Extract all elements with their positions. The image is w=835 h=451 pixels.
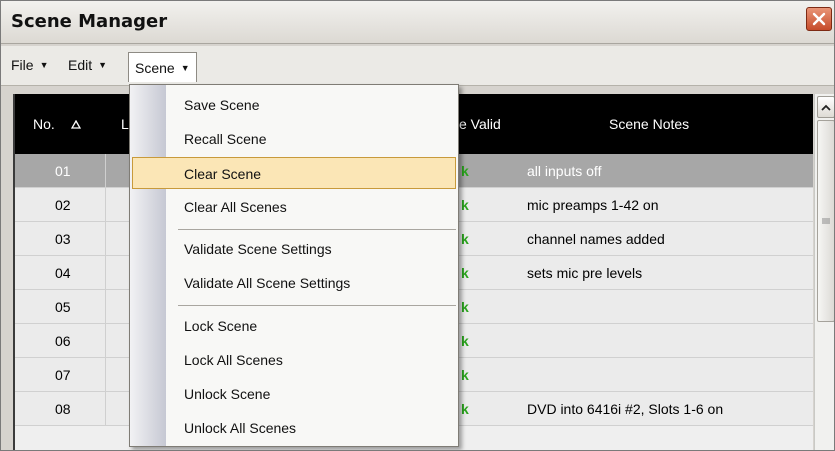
column-header-scene-notes-label: Scene Notes <box>609 116 690 132</box>
menu-item-clear-all-scenes[interactable]: Clear All Scenes <box>130 191 458 223</box>
menu-item-save-scene[interactable]: Save Scene <box>130 89 458 121</box>
cell-valid: k <box>461 367 469 383</box>
cell-notes: all inputs off <box>527 163 602 179</box>
menu-edit-label: Edit <box>68 57 93 73</box>
menu-item-label: Clear All Scenes <box>184 199 287 215</box>
menu-file-label: File <box>11 57 34 73</box>
cell-no: 01 <box>55 163 71 179</box>
column-header-no-label: No. <box>33 116 55 132</box>
cell-no: 03 <box>55 231 71 247</box>
menu-file[interactable]: File ▼ <box>5 52 54 78</box>
cell-valid: k <box>461 299 469 315</box>
menu-item-label: Save Scene <box>184 97 260 113</box>
scroll-grip-icon <box>822 218 830 224</box>
menu-scene[interactable]: Scene ▼ <box>128 52 197 82</box>
column-header-l-label: L <box>121 116 129 132</box>
menu-item-unlock-scene[interactable]: Unlock Scene <box>130 378 458 410</box>
menu-item-label: Unlock Scene <box>184 386 271 402</box>
cell-notes: DVD into 6416i #2, Slots 1-6 on <box>527 401 724 417</box>
vertical-scrollbar[interactable] <box>814 94 834 450</box>
cell-valid: k <box>461 401 469 417</box>
cell-no: 04 <box>55 265 71 281</box>
cell-notes: channel names added <box>527 231 665 247</box>
column-header-no[interactable]: No. <box>33 94 81 154</box>
menu-item-label: Recall Scene <box>184 131 267 147</box>
column-header-l[interactable]: L <box>121 94 129 154</box>
scroll-up-button[interactable] <box>817 96 834 118</box>
menu-scene-label: Scene <box>135 59 175 76</box>
menu-separator <box>178 305 456 306</box>
menu-separator <box>178 229 456 230</box>
menu-item-validate-all-scene-settings[interactable]: Validate All Scene Settings <box>130 267 458 299</box>
cell-valid: k <box>461 333 469 349</box>
cell-no: 08 <box>55 401 71 417</box>
close-button[interactable] <box>806 7 832 31</box>
chevron-down-icon: ▼ <box>180 62 190 73</box>
cell-no: 05 <box>55 299 71 315</box>
menu-item-clear-scene[interactable]: Clear Scene <box>132 157 456 189</box>
cell-no: 07 <box>55 367 71 383</box>
sort-ascending-icon <box>70 119 81 129</box>
cell-no: 02 <box>55 197 71 213</box>
cell-no: 06 <box>55 333 71 349</box>
cell-valid: k <box>461 163 469 179</box>
menu-item-label: Lock Scene <box>184 318 258 334</box>
menu-item-recall-scene[interactable]: Recall Scene <box>130 123 458 155</box>
menu-item-label: Clear Scene <box>184 166 262 182</box>
scroll-thumb[interactable] <box>817 120 834 322</box>
menu-item-label: Lock All Scenes <box>184 352 283 368</box>
menu-bar: File ▼ Edit ▼ Scene ▼ <box>1 46 834 86</box>
chevron-down-icon: ▼ <box>39 60 49 70</box>
menu-item-label: Validate All Scene Settings <box>184 275 351 291</box>
cell-valid: k <box>461 265 469 281</box>
menu-item-lock-all-scenes[interactable]: Lock All Scenes <box>130 344 458 376</box>
menu-item-lock-scene[interactable]: Lock Scene <box>130 310 458 342</box>
column-header-scene-notes[interactable]: Scene Notes <box>609 94 689 154</box>
chevron-down-icon: ▼ <box>98 60 108 70</box>
scroll-up-icon <box>821 104 831 111</box>
cell-notes: sets mic pre levels <box>527 265 643 281</box>
title-bar: Scene Manager <box>1 1 834 44</box>
column-header-scene-valid[interactable]: e Valid <box>459 94 501 154</box>
cell-notes: mic preamps 1-42 on <box>527 197 659 213</box>
window-title: Scene Manager <box>11 11 168 32</box>
scene-dropdown-menu: Save Scene Recall Scene Clear Scene Clea… <box>129 84 459 447</box>
cell-valid: k <box>461 231 469 247</box>
close-icon <box>812 12 826 26</box>
cell-valid: k <box>461 197 469 213</box>
scene-manager-window: Scene Manager File ▼ Edit ▼ Scene ▼ No. <box>0 0 835 451</box>
menu-item-label: Unlock All Scenes <box>184 420 297 436</box>
menu-item-label: Validate Scene Settings <box>184 241 332 257</box>
column-header-scene-valid-label: e Valid <box>459 116 501 132</box>
menu-edit[interactable]: Edit ▼ <box>62 52 113 78</box>
menu-item-validate-scene-settings[interactable]: Validate Scene Settings <box>130 233 458 265</box>
menu-item-unlock-all-scenes[interactable]: Unlock All Scenes <box>130 412 458 444</box>
